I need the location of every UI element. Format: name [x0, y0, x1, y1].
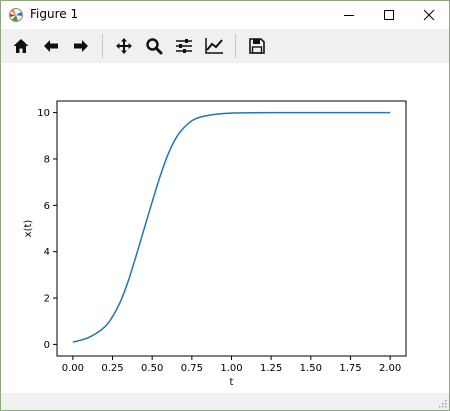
maximize-button[interactable] [369, 1, 409, 29]
zoom-button[interactable] [142, 34, 166, 58]
toolbar-separator [235, 34, 236, 58]
resize-grip-icon[interactable] [437, 398, 447, 408]
navigation-toolbar [1, 29, 449, 63]
y-tick-label: 0 [44, 340, 50, 351]
y-tick-label: 8 [44, 154, 50, 165]
y-tick-label: 2 [44, 294, 50, 305]
x-tick-label: 0.00 [62, 363, 84, 374]
x-tick-label: 1.75 [339, 363, 361, 374]
arrow-right-icon [74, 40, 88, 52]
x-tick-label: 1.00 [220, 363, 242, 374]
matplotlib-logo-icon [8, 7, 24, 23]
magnifier-icon [146, 38, 163, 55]
y-axis-ticks: 0 2 4 6 8 10 [37, 108, 57, 351]
arrow-left-icon [44, 40, 58, 52]
close-button[interactable] [409, 1, 449, 29]
back-button[interactable] [39, 34, 63, 58]
title-bar[interactable]: Figure 1 [1, 1, 449, 29]
sliders-icon [176, 39, 192, 53]
status-bar [1, 393, 449, 410]
y-tick-label: 6 [44, 201, 50, 212]
y-axis-label: x(t) [23, 220, 34, 238]
minimize-button[interactable] [329, 1, 369, 29]
window-title: Figure 1 [30, 7, 79, 21]
figure-canvas[interactable]: 0.00 0.25 0.50 0.75 1.00 1.25 1.50 1.75 2.00 0 2 4… [1, 63, 449, 393]
maximize-icon [384, 10, 394, 20]
save-button[interactable] [245, 34, 269, 58]
x-axis-label: t [230, 377, 234, 388]
y-tick-label: 10 [37, 108, 50, 119]
x-tick-label: 1.25 [260, 363, 282, 374]
x-tick-label: 0.25 [101, 363, 123, 374]
x-tick-label: 1.50 [300, 363, 322, 374]
minimize-icon [344, 15, 354, 16]
move-icon [116, 38, 132, 54]
line-chart: 0.00 0.25 0.50 0.75 1.00 1.25 1.50 1.75 2.00 0 2 4… [23, 100, 407, 388]
plot-area [56, 100, 407, 357]
pan-button[interactable] [112, 34, 136, 58]
close-icon [423, 9, 435, 21]
toolbar-separator [102, 34, 103, 58]
x-axis-ticks: 0.00 0.25 0.50 0.75 1.00 1.25 1.50 1.75 2.00 [62, 356, 401, 374]
x-tick-label: 0.50 [141, 363, 163, 374]
edit-axis-button[interactable] [202, 34, 226, 58]
forward-button[interactable] [69, 34, 93, 58]
configure-subplots-button[interactable] [172, 34, 196, 58]
figure-window: Figure 1 0.00 0.25 0.50 0.75 1.00 1.25 1… [0, 0, 450, 411]
floppy-disk-icon [249, 38, 265, 54]
x-tick-label: 0.75 [181, 363, 203, 374]
home-icon [13, 39, 29, 53]
home-button[interactable] [9, 34, 33, 58]
y-tick-label: 4 [44, 247, 50, 258]
x-tick-label: 2.00 [379, 363, 401, 374]
line-chart-icon [205, 38, 223, 54]
